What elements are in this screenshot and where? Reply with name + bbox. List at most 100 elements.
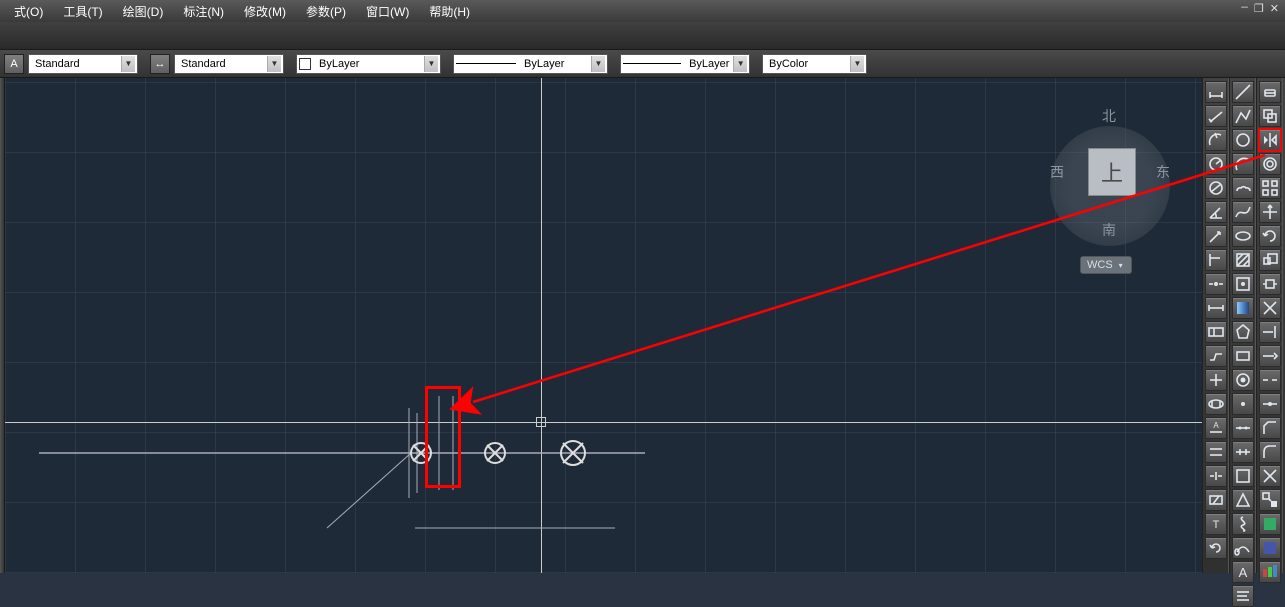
spline-button[interactable]: [1232, 201, 1254, 223]
circle-button[interactable]: [1232, 129, 1254, 151]
viewport-region: 北 南 东 西 上 WCS▾: [0, 78, 1202, 573]
viewcube-top-face[interactable]: 上: [1088, 148, 1136, 196]
match-properties-button[interactable]: [1259, 489, 1281, 511]
hatch-style-button[interactable]: [1259, 537, 1281, 559]
move-button[interactable]: [1259, 201, 1281, 223]
dim-linear-button[interactable]: [1205, 81, 1227, 103]
dim-style-dropdown[interactable]: Standard▼: [174, 54, 284, 74]
fillet-button[interactable]: [1259, 441, 1281, 463]
drawing-content: [5, 78, 1202, 573]
point-button[interactable]: [1232, 393, 1254, 415]
pattern-button[interactable]: [1232, 273, 1254, 295]
viewcube-west-label[interactable]: 西: [1050, 162, 1064, 182]
h-dim-button[interactable]: [1205, 297, 1227, 319]
measure-button[interactable]: [1232, 441, 1254, 463]
svg-text:T: T: [1212, 519, 1219, 531]
rect-button[interactable]: [1232, 345, 1254, 367]
spacing-button[interactable]: [1205, 441, 1227, 463]
color-dropdown[interactable]: ByColor▼: [762, 54, 867, 74]
hatch-color-button[interactable]: [1259, 513, 1281, 535]
arc-dim-button[interactable]: [1205, 129, 1227, 151]
palette-dimension: AT: [1202, 78, 1229, 573]
break-button[interactable]: [1259, 369, 1281, 391]
copy-button[interactable]: [1259, 105, 1281, 127]
line-button[interactable]: [1232, 81, 1254, 103]
stretch-button[interactable]: [1259, 273, 1281, 295]
tol-box-button[interactable]: [1205, 321, 1227, 343]
menu-window[interactable]: 窗口(W): [356, 3, 419, 20]
arc-button[interactable]: [1232, 153, 1254, 175]
dim-jog-button[interactable]: [1205, 345, 1227, 367]
override-button[interactable]: [1205, 489, 1227, 511]
text-edit-button[interactable]: T: [1205, 513, 1227, 535]
update-button[interactable]: [1205, 537, 1227, 559]
point-snap-button[interactable]: [1205, 273, 1227, 295]
window-controls: — ❐ ✕: [1239, 2, 1281, 16]
gradient-button[interactable]: [1232, 297, 1254, 319]
menu-annotate[interactable]: 标注(N): [173, 3, 234, 20]
polygon-button[interactable]: [1232, 321, 1254, 343]
boundary-button[interactable]: [1232, 465, 1254, 487]
hatch-button[interactable]: [1232, 249, 1254, 271]
edit-dim-button[interactable]: A: [1205, 417, 1227, 439]
dim-diameter-button[interactable]: [1205, 177, 1227, 199]
lengthen-button[interactable]: [1259, 345, 1281, 367]
close-icon[interactable]: ✕: [1268, 2, 1281, 16]
explode-button[interactable]: [1259, 465, 1281, 487]
menu-tools[interactable]: 工具(T): [53, 3, 112, 20]
extend-button[interactable]: [1259, 321, 1281, 343]
arrow-button[interactable]: [1205, 225, 1227, 247]
array-button[interactable]: [1259, 177, 1281, 199]
dim-radius-button[interactable]: [1205, 153, 1227, 175]
region-button[interactable]: [1232, 489, 1254, 511]
viewcube: 北 南 东 西 上 WCS▾: [1044, 88, 1184, 288]
dim-aligned-button[interactable]: [1205, 105, 1227, 127]
sweep-button[interactable]: [1232, 537, 1254, 559]
text-style-icon[interactable]: A: [4, 54, 24, 74]
donut-button[interactable]: [1232, 369, 1254, 391]
revcloud-button[interactable]: [1232, 177, 1254, 199]
helix-button[interactable]: [1232, 513, 1254, 535]
palette-modify: [1256, 78, 1283, 573]
chamfer-button[interactable]: [1259, 417, 1281, 439]
divide-button[interactable]: [1232, 417, 1254, 439]
text-tool-button[interactable]: A: [1232, 561, 1254, 583]
center-mark-button[interactable]: [1205, 369, 1227, 391]
dim-ordinate-button[interactable]: [1205, 249, 1227, 271]
polyline-button[interactable]: [1232, 105, 1254, 127]
multi-hatch-button[interactable]: [1259, 561, 1281, 583]
palette-draw: A: [1229, 78, 1256, 573]
offset-button[interactable]: [1259, 153, 1281, 175]
menu-help[interactable]: 帮助(H): [419, 3, 480, 20]
document-tabs: [0, 22, 1285, 50]
text-align-button[interactable]: [1232, 585, 1254, 607]
dim-style-icon[interactable]: ↔: [150, 54, 170, 74]
viewcube-south-label[interactable]: 南: [1102, 220, 1116, 240]
linetype-dropdown[interactable]: ByLayer▼: [620, 54, 750, 74]
rotate-button[interactable]: [1259, 225, 1281, 247]
menu-bar: 式(O) 工具(T) 绘图(D) 标注(N) 修改(M) 参数(P) 窗口(W)…: [0, 0, 1285, 22]
ellipse-button[interactable]: [1232, 225, 1254, 247]
svg-text:A: A: [1213, 421, 1219, 430]
erase-button[interactable]: [1259, 81, 1281, 103]
minimize-icon[interactable]: —: [1239, 2, 1250, 16]
inspect-button[interactable]: [1205, 393, 1227, 415]
layer-dropdown[interactable]: ByLayer▼: [296, 54, 441, 74]
lineweight-dropdown[interactable]: ByLayer▼: [453, 54, 608, 74]
join-button[interactable]: [1259, 393, 1281, 415]
drawing-viewport[interactable]: 北 南 东 西 上 WCS▾: [5, 78, 1202, 573]
menu-params[interactable]: 参数(P): [296, 3, 356, 20]
menu-modify[interactable]: 修改(M): [234, 3, 296, 20]
dim-break-button[interactable]: [1205, 465, 1227, 487]
scale-button[interactable]: [1259, 249, 1281, 271]
viewcube-east-label[interactable]: 东: [1156, 162, 1170, 182]
text-style-dropdown[interactable]: Standard▼: [28, 54, 138, 74]
mirror-button[interactable]: [1259, 129, 1281, 151]
restore-icon[interactable]: ❐: [1252, 2, 1266, 16]
wcs-dropdown[interactable]: WCS▾: [1080, 256, 1132, 274]
dim-angle-button[interactable]: [1205, 201, 1227, 223]
menu-draw[interactable]: 绘图(D): [113, 3, 174, 20]
trim-button[interactable]: [1259, 297, 1281, 319]
viewcube-north-label[interactable]: 北: [1102, 106, 1116, 126]
menu-format[interactable]: 式(O): [4, 3, 53, 20]
